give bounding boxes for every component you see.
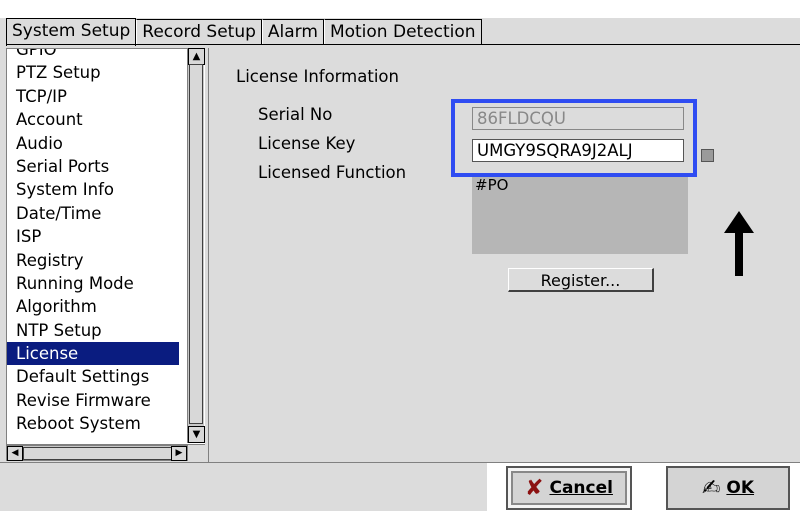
hscroll-thumb[interactable] (23, 447, 173, 460)
tab-underline (6, 44, 800, 45)
scroll-up-icon[interactable]: ▲ (188, 48, 205, 65)
highlight-box (451, 99, 697, 177)
sidebar-item-license[interactable]: License (7, 342, 179, 366)
ok-hand-icon: ✍ (701, 475, 721, 501)
tab-alarm[interactable]: Alarm (261, 19, 324, 45)
scroll-right-icon[interactable]: ▶ (171, 446, 187, 461)
sidebar-item-revise-firmware[interactable]: Revise Firmware (7, 389, 179, 412)
tab-record-setup[interactable]: Record Setup (136, 19, 262, 45)
sidebar-item-date-time[interactable]: Date/Time (7, 202, 179, 225)
tab-bar: System Setup Record Setup Alarm Motion D… (6, 18, 482, 46)
sidebar-item-algorithm[interactable]: Algorithm (7, 295, 179, 318)
cancel-label: Cancel (549, 478, 613, 498)
sidebar-item-audio[interactable]: Audio (7, 132, 179, 155)
license-panel: License Information Serial No 86FLDCQU L… (214, 48, 800, 460)
cancel-x-icon: ✘ (525, 475, 544, 501)
section-title: License Information (236, 67, 399, 86)
scroll-down-icon[interactable]: ▼ (188, 426, 205, 443)
licensed-function-value: #PO (475, 176, 509, 194)
sidebar-item-account[interactable]: Account (7, 108, 179, 131)
scroll-thumb[interactable] (189, 64, 203, 424)
pointer-arrow-icon (724, 211, 754, 276)
sidebar-item-default-settings[interactable]: Default Settings (7, 365, 179, 388)
panel-divider (208, 48, 209, 462)
sidebar-item-tcp-ip[interactable]: TCP/IP (7, 85, 179, 108)
sidebar-item-registry[interactable]: Registry (7, 249, 179, 272)
top-band (0, 0, 800, 18)
ok-label: OK (726, 478, 755, 498)
tab-motion-detection[interactable]: Motion Detection (323, 19, 482, 45)
licensed-function-box: #PO (472, 174, 688, 254)
sidebar-item-system-info[interactable]: System Info (7, 178, 179, 201)
sidebar-item-ntp-setup[interactable]: NTP Setup (7, 319, 179, 342)
scroll-left-icon[interactable]: ◀ (7, 446, 23, 461)
license-key-label: License Key (258, 134, 356, 153)
cancel-button[interactable]: ✘ Cancel (506, 466, 632, 510)
serial-label: Serial No (258, 105, 333, 124)
tab-system-setup[interactable]: System Setup (6, 18, 137, 46)
list-horizontal-scrollbar[interactable]: ◀ ▶ (6, 445, 188, 461)
sidebar-item-gpio[interactable]: GPIO (7, 49, 179, 61)
licensed-function-label: Licensed Function (258, 163, 407, 182)
sidebar-item-serial-ports[interactable]: Serial Ports (7, 155, 179, 178)
list-vertical-scrollbar[interactable]: ▲ ▼ (187, 48, 205, 443)
ok-button[interactable]: ✍ OK (666, 466, 790, 510)
settings-list[interactable]: GPIO PTZ Setup TCP/IP Account Audio Seri… (6, 48, 205, 445)
sidebar-item-running-mode[interactable]: Running Mode (7, 272, 179, 295)
register-button[interactable]: Register... (508, 268, 654, 292)
license-key-aux-button[interactable] (701, 149, 714, 162)
sidebar-item-reboot-system[interactable]: Reboot System (7, 412, 179, 435)
sidebar-item-isp[interactable]: ISP (7, 225, 179, 248)
sidebar-item-ptz-setup[interactable]: PTZ Setup (7, 61, 179, 84)
